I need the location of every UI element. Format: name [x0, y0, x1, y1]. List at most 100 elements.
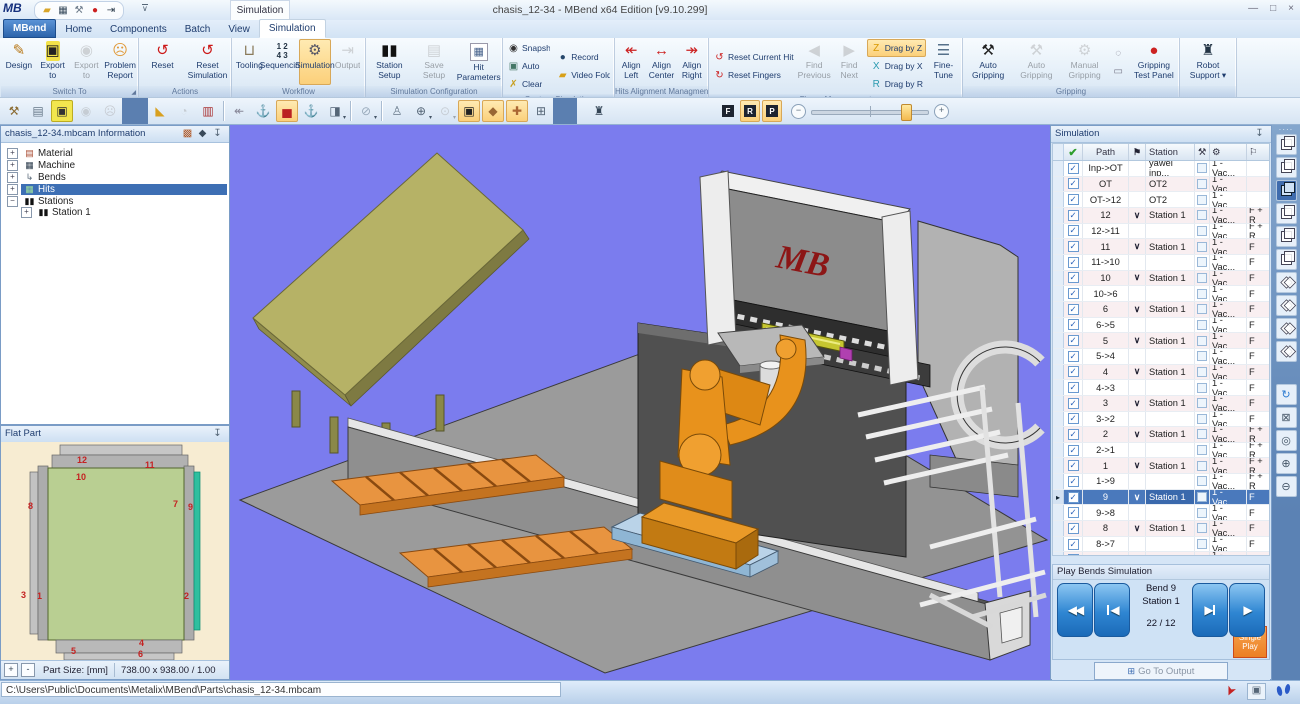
tree-expander-icon[interactable]: + — [7, 148, 18, 159]
show-machine-icon[interactable]: ⊞ — [530, 100, 552, 122]
tool-checkbox[interactable] — [1197, 273, 1207, 283]
tool-cell[interactable] — [1195, 521, 1210, 536]
row-checkbox[interactable]: ✓ — [1068, 554, 1079, 556]
flat-part-preview[interactable]: 121110879312546 — [1, 442, 229, 661]
view-iso-1-icon[interactable] — [1276, 272, 1297, 293]
fit-view-icon[interactable]: ⊠ — [1276, 407, 1297, 428]
find-next-button[interactable]: ▶Find Next — [832, 39, 867, 93]
part-info-icon[interactable]: ▤ — [27, 100, 49, 122]
tree-expander-icon[interactable]: + — [7, 172, 18, 183]
enabled-cell[interactable]: ✓ — [1064, 412, 1083, 427]
row-checkbox[interactable]: ✓ — [1068, 445, 1079, 456]
pin-icon[interactable]: ↧ — [210, 426, 225, 442]
station-setup-button[interactable]: ▮▮Station Setup — [367, 39, 412, 85]
tool-cell[interactable] — [1195, 192, 1210, 207]
rewind-button[interactable]: ◀◀ — [1057, 583, 1093, 637]
sequencing-icon[interactable]: ◔ — [173, 100, 195, 122]
zoom-in-button[interactable]: + — [934, 104, 949, 119]
tab-components[interactable]: Components — [101, 21, 176, 38]
sequence-row[interactable]: ✓6∨Station 11 - Vac...F — [1053, 302, 1269, 318]
tree-item-machine[interactable]: +▦Machine — [3, 160, 227, 172]
tree-item-material[interactable]: +▤Material — [3, 148, 227, 160]
step-forward-button[interactable]: ▶ — [1192, 583, 1228, 637]
align-center-button[interactable]: ↔Align Center — [646, 39, 676, 85]
refresh-view-icon[interactable]: ↻ — [1276, 384, 1297, 405]
enabled-cell[interactable]: ✓ — [1064, 239, 1083, 254]
chevron-cell[interactable]: ∨ — [1129, 552, 1146, 556]
tab-batch[interactable]: Batch — [176, 21, 220, 38]
enabled-cell[interactable]: ✓ — [1064, 458, 1083, 473]
row-checkbox[interactable]: ✓ — [1068, 413, 1079, 424]
first-hit-icon[interactable]: ↞ — [228, 100, 250, 122]
snapshot-button[interactable]: ◉Snapshot — [504, 39, 553, 57]
chevron-cell[interactable] — [1129, 177, 1146, 192]
tool-cell[interactable] — [1195, 443, 1210, 458]
enabled-cell[interactable]: ✓ — [1064, 427, 1083, 442]
tool-cell[interactable] — [1195, 239, 1210, 254]
qat-customize-icon[interactable]: ∨ — [142, 4, 148, 13]
sequence-row[interactable]: ✓3->21 - Vac...F — [1053, 412, 1269, 428]
sequencing-button[interactable]: 1 24 3Sequencing — [266, 39, 299, 85]
tool-checkbox[interactable] — [1197, 289, 1207, 299]
enabled-cell[interactable]: ✓ — [1064, 505, 1083, 520]
chevron-cell[interactable] — [1129, 380, 1146, 395]
sequence-row[interactable]: ✓OT->12OT21 - Vac... — [1053, 192, 1269, 208]
view-iso-2-icon[interactable] — [1276, 295, 1297, 316]
enabled-cell[interactable]: ✓ — [1064, 255, 1083, 270]
enabled-cell[interactable]: ✓ — [1064, 349, 1083, 364]
viewer-icon[interactable]: ◉ — [75, 100, 97, 122]
output-button[interactable]: ⇥Output — [331, 39, 364, 85]
machine-info-icon[interactable]: ◆ — [195, 126, 210, 142]
sequence-row[interactable]: ✓2->11 - Vac...F + R — [1053, 443, 1269, 459]
tool-checkbox[interactable] — [1197, 383, 1207, 393]
sequence-row[interactable]: ✓8->71 - Vac...F — [1053, 537, 1269, 553]
tab-view[interactable]: View — [219, 21, 259, 38]
view-iso-3-icon[interactable] — [1276, 318, 1297, 339]
view-mode-icon[interactable]: ⊕▾ — [410, 100, 432, 122]
enabled-cell[interactable]: ✓ — [1064, 396, 1083, 411]
reset-button[interactable]: ↺Reset — [140, 39, 185, 85]
row-checkbox[interactable]: ✓ — [1068, 241, 1079, 252]
zoom-out-icon[interactable]: ⊖ — [1276, 476, 1297, 497]
row-checkbox[interactable]: ✓ — [1068, 429, 1079, 440]
enabled-cell[interactable]: ✓ — [1064, 302, 1083, 317]
row-checkbox[interactable]: ✓ — [1068, 507, 1079, 518]
row-checkbox[interactable]: ✓ — [1068, 539, 1079, 550]
record-button[interactable]: ●Record — [553, 48, 613, 66]
view-top-icon[interactable] — [1276, 134, 1297, 155]
open-file-icon[interactable]: ▰ — [39, 3, 55, 19]
tool-cell[interactable] — [1195, 255, 1210, 270]
dialog-launcher-icon[interactable]: ◢ — [131, 88, 136, 97]
enabled-cell[interactable]: ✓ — [1064, 380, 1083, 395]
tool-cell[interactable] — [1195, 271, 1210, 286]
sequence-row[interactable]: ✓5->41 - Vac...F — [1053, 349, 1269, 365]
auto-button[interactable]: ▣Auto — [504, 57, 553, 75]
restore-button[interactable]: □ — [1270, 2, 1276, 16]
problem-report-icon[interactable]: ☹ — [99, 100, 121, 122]
chevron-cell[interactable]: ∨ — [1129, 521, 1146, 536]
tool-checkbox[interactable] — [1197, 398, 1207, 408]
row-checkbox[interactable]: ✓ — [1068, 382, 1079, 393]
sequence-row[interactable]: ▸✓9∨Station 11 - Vac...F — [1053, 490, 1269, 506]
chevron-cell[interactable]: ∨ — [1129, 490, 1146, 505]
show-fingers-icon[interactable]: ◆ — [482, 100, 504, 122]
row-checkbox[interactable]: ✓ — [1068, 335, 1079, 346]
tree-item-bends[interactable]: +↳Bends — [3, 172, 227, 184]
gripping-test-panel-button[interactable]: ●Gripping Test Panel — [1130, 39, 1178, 85]
chevron-cell[interactable]: ∨ — [1129, 365, 1146, 380]
view-right-icon[interactable] — [1276, 249, 1297, 270]
tool-checkbox[interactable] — [1197, 539, 1207, 549]
tool-checkbox[interactable] — [1197, 461, 1207, 471]
tool-cell[interactable] — [1195, 365, 1210, 380]
simulation-3d-viewport[interactable]: MB — [230, 125, 1050, 680]
chevron-cell[interactable] — [1129, 349, 1146, 364]
tree-expander-icon[interactable]: − — [7, 196, 18, 207]
enabled-cell[interactable]: ✓ — [1064, 552, 1083, 556]
video-folder-button[interactable]: ▰Video Folder — [553, 66, 613, 84]
find-previous-button[interactable]: ◀Find Previous — [797, 39, 832, 93]
zoom-out-button[interactable]: − — [791, 104, 806, 119]
tool-cell[interactable] — [1195, 208, 1210, 223]
tool-cell[interactable] — [1195, 552, 1210, 556]
slider-track[interactable] — [811, 104, 929, 118]
tree-item-station-1[interactable]: +▮▮Station 1 — [3, 207, 227, 219]
